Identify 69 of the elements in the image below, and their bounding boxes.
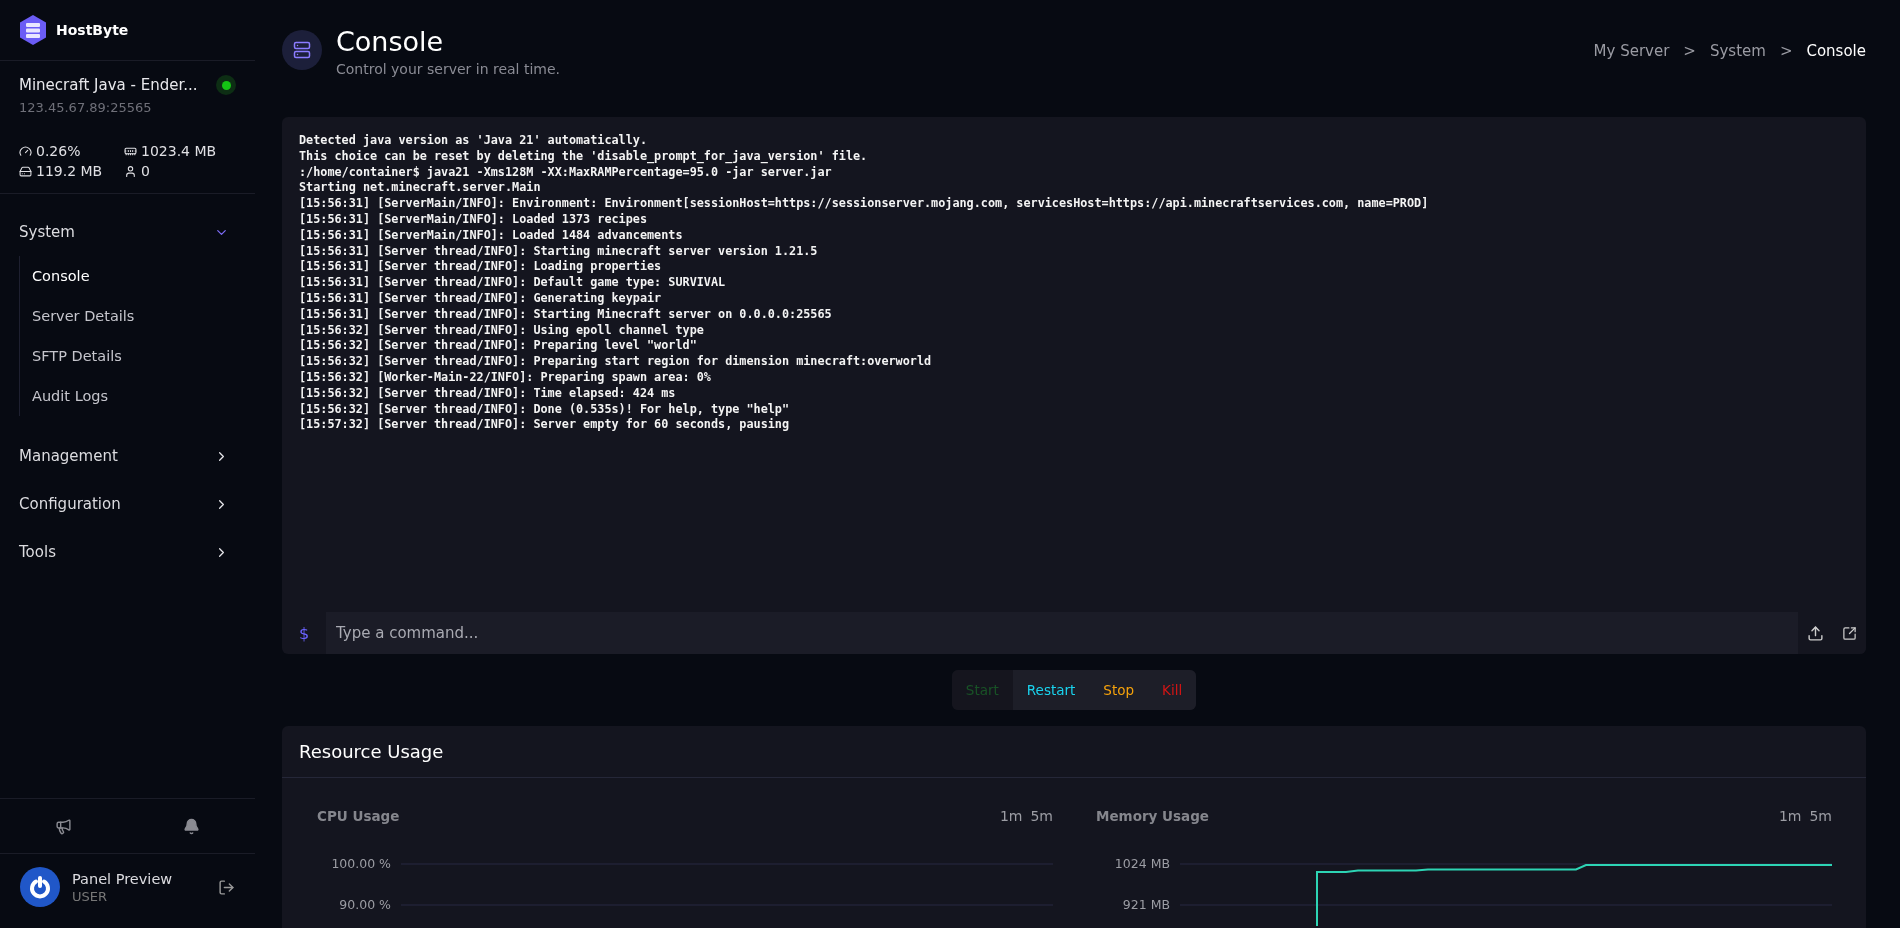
console-line: [15:56:31] [Server thread/INFO]: Starting minecraft server version 1.21.5 (299, 243, 819, 260)
console-line: [15:56:31] [ServerMain/INFO]: Loaded 1373 recipes (299, 212, 648, 228)
axis-tick-label: 921 MB (1122, 897, 1170, 912)
axis-tick-label: 1024 MB (1114, 856, 1170, 871)
breadcrumb-link[interactable]: System (1709, 42, 1766, 60)
axis-tick-label: 100.00 % (331, 856, 391, 871)
bell-icon[interactable] (182, 817, 200, 835)
range-toggle[interactable]: 5m (1030, 808, 1053, 824)
server-name: Minecraft Java - Ender... (19, 76, 198, 94)
range-toggle[interactable]: 1m (1778, 808, 1802, 824)
command-input[interactable]: Type a command... (326, 612, 1798, 654)
console-line: [15:56:31] [Server thread/INFO]: Starting Minecraft server on 0.0.0.0:25565 (299, 306, 833, 323)
console-line: Starting net.minecraft.server.Main (299, 180, 542, 197)
server-address: 123.45.67.89:25565 (19, 100, 153, 115)
breadcrumb-link[interactable]: My Server (1593, 42, 1670, 60)
upload-icon (1806, 624, 1824, 642)
console-line: [15:56:32] [Server thread/INFO]: Using epoll channel type (299, 322, 705, 339)
page-title: Console (336, 26, 445, 57)
console-line: [15:56:32] [Server thread/INFO]: Done (0.535s)! For help, type "help" (299, 401, 791, 418)
breadcrumb-separator: > (1779, 42, 1793, 60)
breadcrumb-link[interactable]: Console (1806, 42, 1866, 60)
range-toggle[interactable]: 1m (999, 808, 1023, 824)
prompt-symbol: $ (297, 623, 311, 643)
drive-icon (19, 164, 32, 178)
card-title: Resource Usage (282, 726, 1866, 778)
user-role: USER (72, 888, 108, 904)
page-subtitle: Control your server in real time. (336, 61, 561, 77)
nav-item[interactable]: Server Details (20, 296, 255, 336)
avatar (20, 867, 60, 907)
console-line: [15:56:31] [ServerMain/INFO]: Loaded 1484 advancements (299, 227, 684, 244)
chart-title: Memory Usage (1096, 808, 1210, 824)
logout-icon[interactable] (218, 878, 235, 896)
console-line: [15:56:31] [Server thread/INFO]: Generating keypair (299, 290, 663, 307)
console-line: [15:57:32] [Server thread/INFO]: Server empty for 60 seconds, pausing (299, 417, 791, 434)
user-name: Panel Preview (72, 870, 174, 887)
console-line: [15:56:32] [Worker-Main-22/INFO]: Preparing spawn area: 0% (299, 369, 712, 386)
chart-title: CPU Usage (317, 808, 400, 824)
stat-value: 1023.4 MB (141, 143, 217, 159)
console-line: [15:56:31] [ServerMain/INFO]: Environment: Environment[sessionHost=https://sessionserver.mojang.com, servicesHost=https://api.minecraftservices.com, name=PROD] (299, 196, 1430, 212)
power-button[interactable]: Restart (1012, 670, 1090, 710)
logo-icon (18, 14, 48, 46)
console-line: [15:56:31] [Server thread/INFO]: Loading properties (299, 259, 663, 276)
console-line: Detected java version as 'Java 21' automatically. (299, 133, 648, 149)
stat-value: 0 (141, 163, 150, 179)
gauge-icon (19, 144, 32, 158)
nav-group[interactable]: System (0, 208, 255, 256)
nav-group[interactable]: Management (0, 432, 255, 480)
power-button[interactable]: Stop (1089, 670, 1149, 710)
console-line: [15:56:32] [Server thread/INFO]: Preparing level "world" (299, 338, 698, 355)
nav-group[interactable]: Configuration (0, 480, 255, 528)
nav-item[interactable]: Audit Logs (20, 376, 255, 416)
console-line: This choice can be reset by deleting the 'disable_prompt_for_java_version' file. (299, 148, 869, 165)
console-line: [15:56:31] [Server thread/INFO]: Default game type: SURVIVAL (299, 275, 727, 291)
stat-value: 119.2 MB (36, 163, 103, 179)
breadcrumb-separator: > (1683, 42, 1696, 60)
megaphone-icon[interactable] (55, 817, 73, 835)
nav-item[interactable]: SFTP Details (20, 336, 255, 376)
server-icon (282, 30, 322, 70)
brand-name: HostByte (56, 22, 129, 38)
console-line: [15:56:32] [Server thread/INFO]: Preparing start region for dimension minecraft:overworld (299, 354, 933, 370)
user-icon (124, 164, 137, 178)
nav-group[interactable]: Tools (0, 528, 255, 576)
nav-item[interactable]: Console (20, 256, 255, 296)
stat-value: 0.26% (36, 143, 81, 159)
console-line: :/home/container$ java21 -Xms128M -XX:MaxRAMPercentage=95.0 -jar server.jar (299, 164, 833, 181)
axis-tick-label: 90.00 % (339, 897, 391, 912)
external-link-icon (1841, 625, 1857, 641)
console-line: [15:56:32] [Server thread/INFO]: Time elapsed: 424 ms (299, 385, 677, 402)
range-toggle[interactable]: 5m (1809, 808, 1832, 824)
